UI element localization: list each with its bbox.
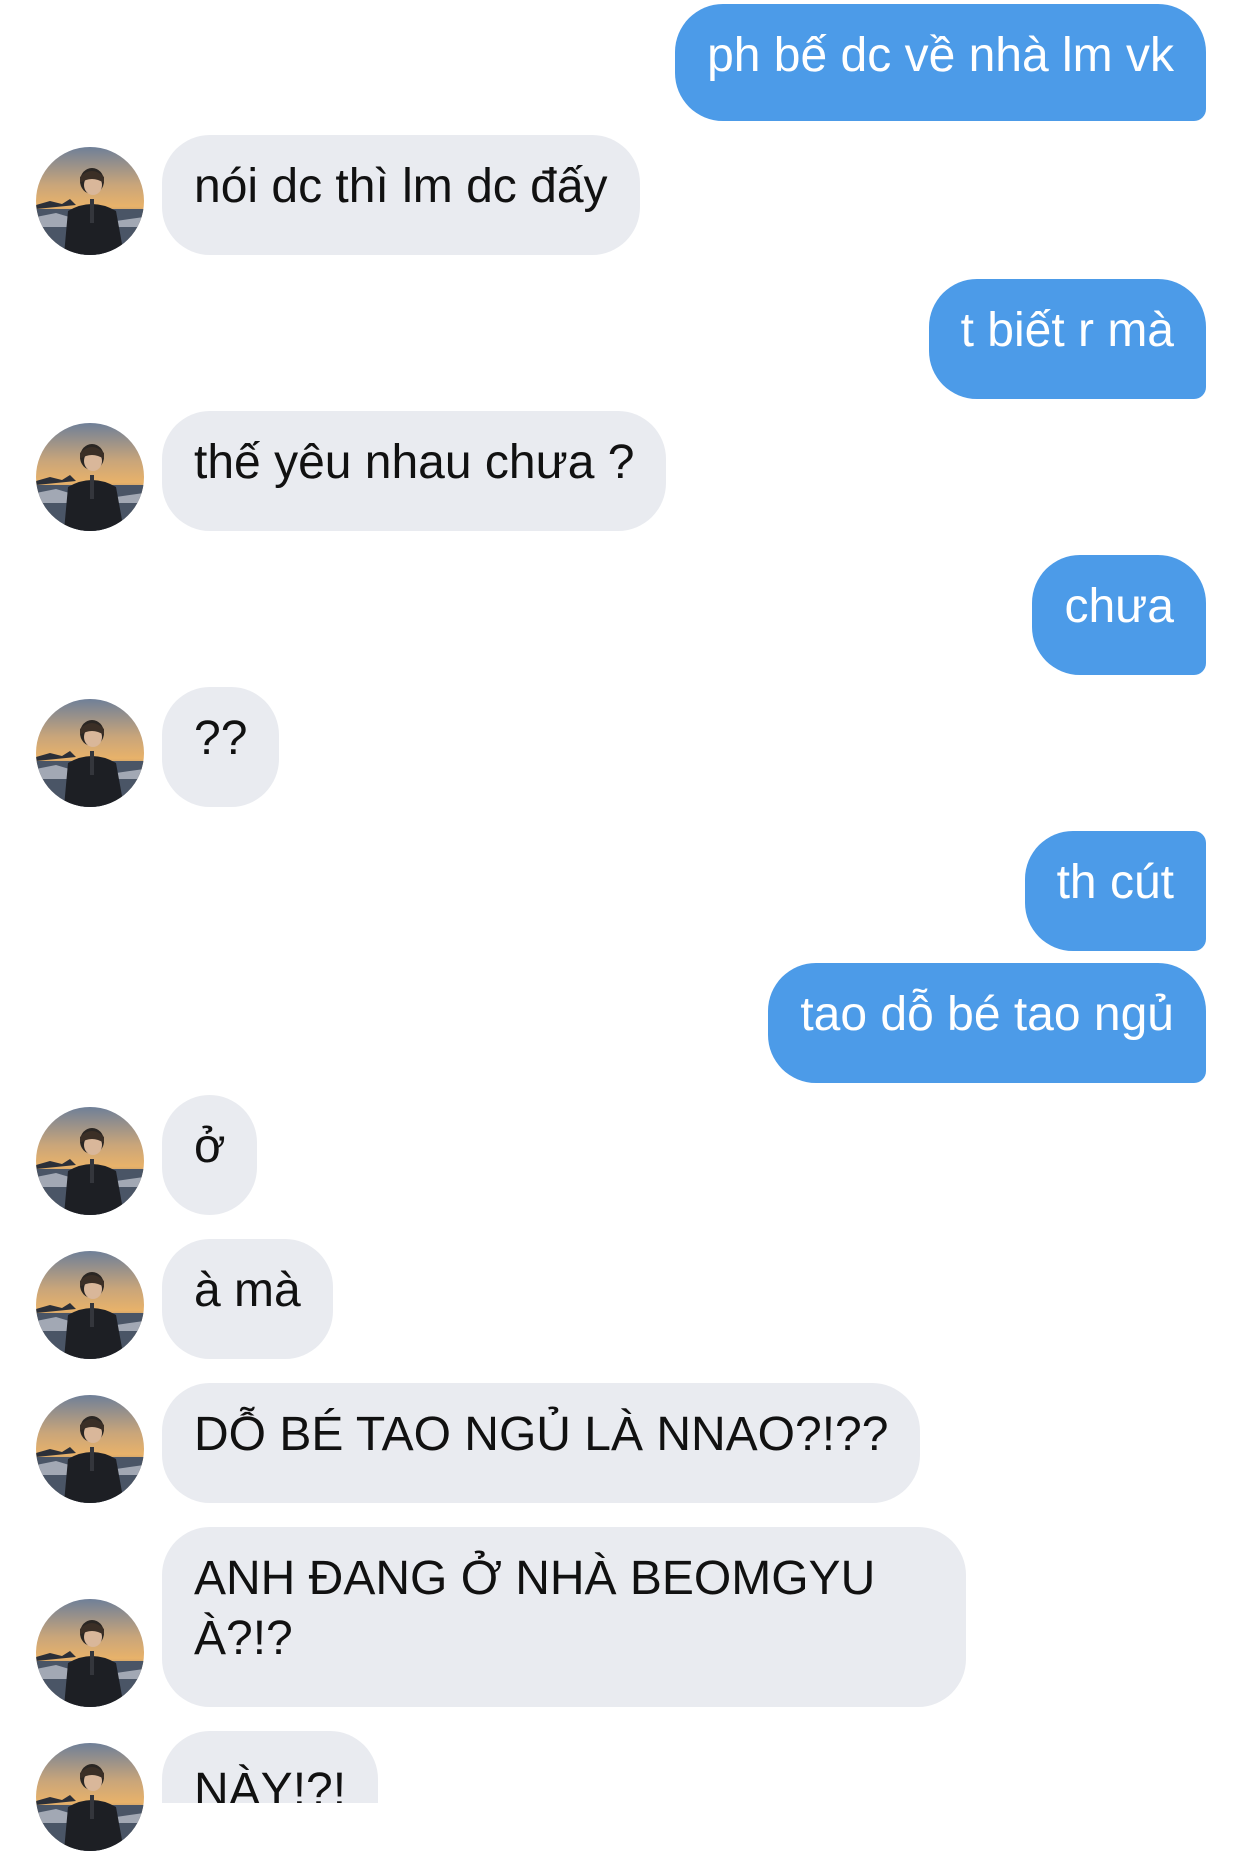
message-text: th cút xyxy=(1056,856,1174,909)
message-text: ph bế dc về nhà lm vk xyxy=(707,29,1174,82)
message-bubble-outgoing[interactable]: t biết r mà xyxy=(928,279,1206,399)
avatar-photo-icon xyxy=(36,147,144,255)
contact-avatar[interactable] xyxy=(36,1251,144,1359)
contact-avatar[interactable] xyxy=(36,423,144,531)
message-bubble-incoming[interactable]: NÀY!?! xyxy=(162,1731,379,1803)
message-bubble-incoming[interactable]: à mà xyxy=(162,1239,333,1359)
message-bubble-outgoing[interactable]: th cút xyxy=(1024,831,1206,951)
message-bubble-incoming[interactable]: nói dc thì lm dc đấy xyxy=(162,135,640,255)
message-bubble-incoming[interactable]: ở xyxy=(162,1095,258,1215)
message-bubble-incoming[interactable]: DỖ BÉ TAO NGỦ LÀ NNAO?!?? xyxy=(162,1383,921,1503)
message-bubble-incoming[interactable]: ANH ĐANG Ở NHÀ BEOMGYU À?!? xyxy=(162,1527,966,1707)
message-bubble-outgoing[interactable]: chưa xyxy=(1032,555,1206,675)
avatar-photo-icon xyxy=(36,1251,144,1359)
message-text: ở xyxy=(194,1120,226,1173)
message-text: NÀY!?! xyxy=(194,1764,347,1803)
avatar-photo-icon xyxy=(36,1107,144,1215)
message-bubble-incoming[interactable]: ?? xyxy=(162,687,280,807)
avatar-photo-icon xyxy=(36,1395,144,1503)
message-bubble-incoming[interactable]: thế yêu nhau chưa ? xyxy=(162,411,667,531)
contact-avatar[interactable] xyxy=(36,1395,144,1503)
avatar-photo-icon xyxy=(36,1599,144,1707)
message-text: thế yêu nhau chưa ? xyxy=(194,436,635,489)
contact-avatar[interactable] xyxy=(36,699,144,807)
contact-avatar[interactable] xyxy=(36,147,144,255)
message-text: DỖ BÉ TAO NGỦ LÀ NNAO?!?? xyxy=(194,1408,889,1461)
avatar-photo-icon xyxy=(36,699,144,807)
message-text: ANH ĐANG Ở NHÀ BEOMGYU À?!? xyxy=(194,1552,876,1665)
message-text: t biết r mà xyxy=(960,304,1174,357)
message-text: ?? xyxy=(194,712,248,765)
message-text: chưa xyxy=(1064,580,1174,633)
message-bubble-outgoing[interactable]: ph bế dc về nhà lm vk xyxy=(675,4,1206,121)
message-text: à mà xyxy=(194,1264,301,1317)
contact-avatar[interactable] xyxy=(36,1743,144,1851)
message-text: tao dỗ bé tao ngủ xyxy=(800,988,1174,1041)
message-text: nói dc thì lm dc đấy xyxy=(194,160,608,213)
message-bubble-outgoing[interactable]: tao dỗ bé tao ngủ xyxy=(768,963,1206,1083)
avatar-photo-icon xyxy=(36,1743,144,1851)
contact-avatar[interactable] xyxy=(36,1599,144,1707)
avatar-photo-icon xyxy=(36,423,144,531)
contact-avatar[interactable] xyxy=(36,1107,144,1215)
